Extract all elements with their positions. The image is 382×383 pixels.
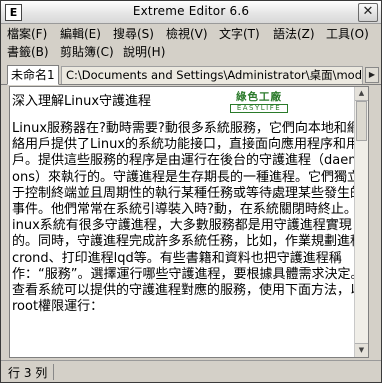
logo-text: 綠色工廠 [236,91,282,103]
menu-file[interactable]: 檔案(F) [5,25,49,42]
menu-bar: 檔案(F) 編輯(E) 搜尋(S) 檢視(V) 文字(T) 語法(Z) 工具(O… [1,24,381,43]
tab-bar: 未命名1 C:\Documents and Settings\Administr… [1,63,381,85]
document-body[interactable]: Linux服務器在?動時需要?動很多系統服務，它們向本地和網絡用戶提供了Linu… [12,121,364,315]
logo-subtext: EASYLIFE [230,104,288,113]
tab-untitled[interactable]: 未命名1 [7,65,59,85]
tab-scroll-right-icon[interactable]: ▶ [365,67,379,83]
menu-search[interactable]: 搜尋(S) [111,25,156,42]
menu-syntax[interactable]: 語法(Z) [271,25,317,42]
menu-tools[interactable]: 工具(O) [324,25,371,42]
menu-text[interactable]: 文字(T) [217,25,262,42]
tab-document[interactable]: C:\Documents and Settings\Administrator\… [61,66,363,84]
status-divider [53,364,54,380]
menu-view[interactable]: 檢視(V) [164,25,210,42]
title-bar[interactable]: E Extreme Editor 6.6 ✕ [1,1,381,24]
scroll-thumb[interactable] [356,101,367,141]
menu-bookmark[interactable]: 書籤(B) [5,43,51,60]
cursor-position: 行 3 列 [8,366,48,380]
scroll-down-icon[interactable]: ▼ [355,343,368,357]
window-title: Extreme Editor 6.6 [132,4,250,18]
menu-help[interactable]: 說明(H) [121,43,167,60]
watermark-logo: 綠色工廠 EASYLIFE [228,91,290,113]
close-button[interactable]: ✕ [358,3,378,22]
status-bar: 行 3 列 [1,360,381,382]
vertical-scrollbar[interactable]: ▲ ▼ [354,87,368,357]
menu-bar-row2: 書籤(B) 剪貼簿(C) 說明(H) [1,42,381,61]
text-editor[interactable]: 深入理解Linux守護進程 綠色工廠 EASYLIFE Linux服務器在?動時… [9,86,369,358]
editor-window: E Extreme Editor 6.6 ✕ 檔案(F) 編輯(E) 搜尋(S)… [0,0,382,383]
menu-clipboard[interactable]: 剪貼簿(C) [58,43,116,60]
document-heading: 深入理解Linux守護進程 [12,94,152,109]
close-icon: ✕ [362,4,374,19]
menu-edit[interactable]: 編輯(E) [58,25,103,42]
scroll-up-icon[interactable]: ▲ [355,87,368,101]
